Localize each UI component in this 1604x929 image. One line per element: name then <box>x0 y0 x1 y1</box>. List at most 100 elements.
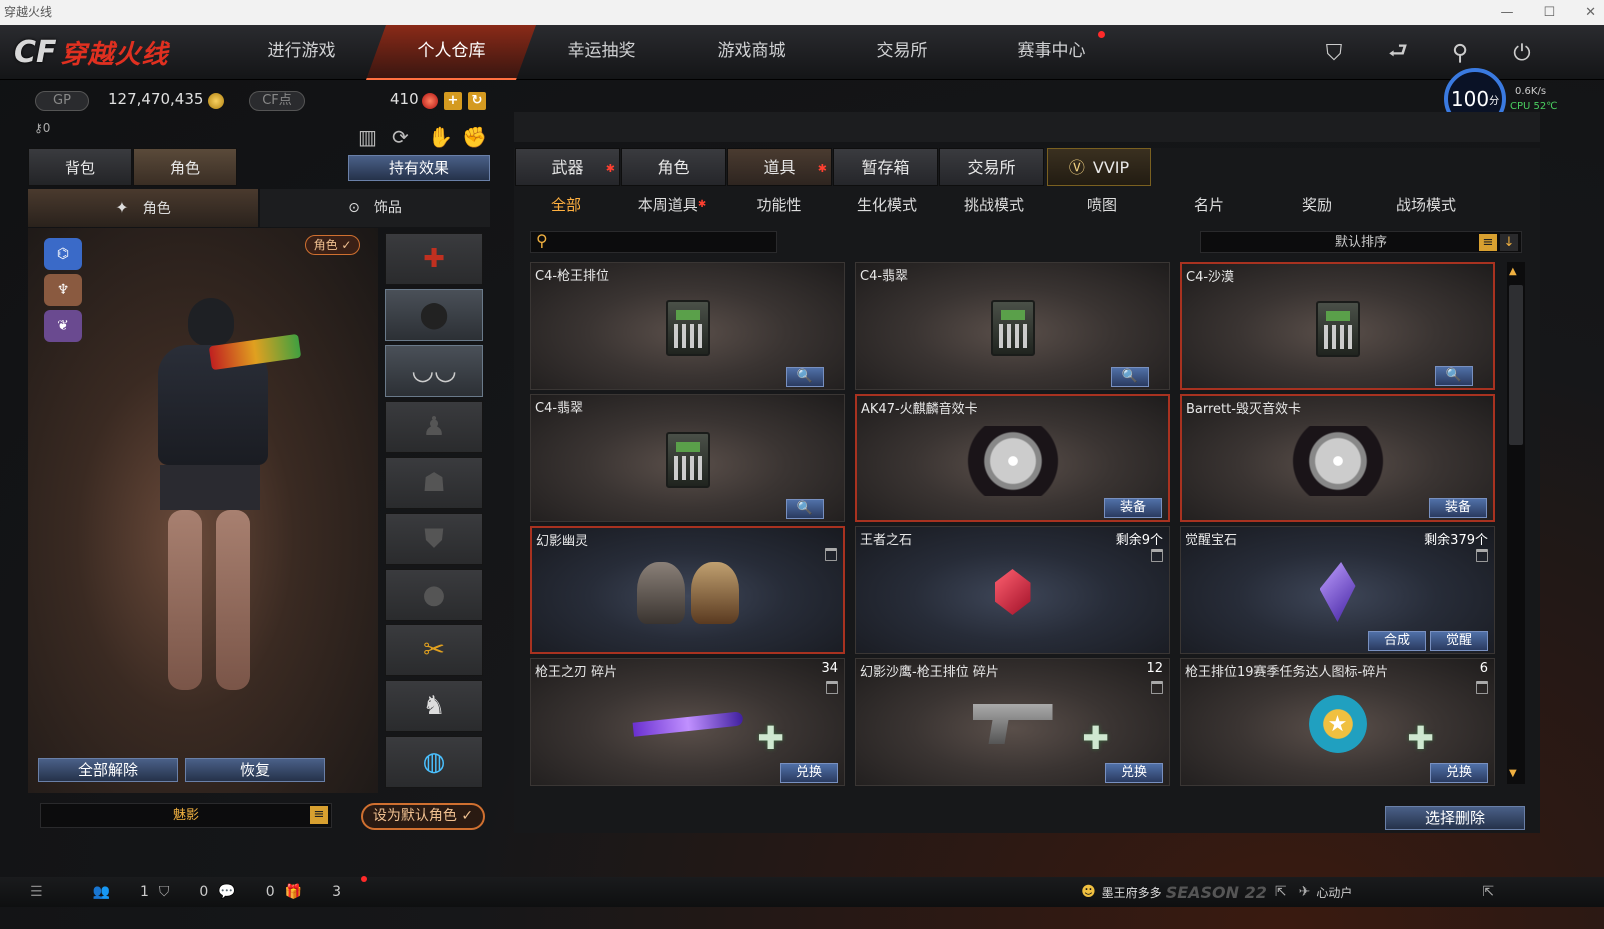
delete-icon[interactable] <box>1151 681 1163 694</box>
pose-icon[interactable]: ✋ <box>428 125 453 149</box>
item-card[interactable]: C4-翡翠 🔍 <box>530 394 845 522</box>
nav-tab-exchange[interactable]: 交易所 <box>816 25 986 80</box>
category-characters[interactable]: 角色 <box>621 148 726 186</box>
friends-icon[interactable]: 👥 <box>93 884 110 900</box>
sort-direction-icon[interactable]: ↓ <box>1500 234 1518 251</box>
nav-tab-events[interactable]: 赛事中心 <box>966 25 1136 80</box>
tab-character[interactable]: 角色 <box>133 148 237 186</box>
menu-icon[interactable]: ☰ <box>30 884 43 900</box>
subtab-character[interactable]: ✦ 角色 <box>28 189 258 227</box>
minimize-button[interactable]: — <box>1500 0 1513 25</box>
stats-icon[interactable]: ▥ <box>358 125 377 149</box>
slot-body[interactable]: ♟ <box>385 401 483 453</box>
refresh-cf-button[interactable]: ↻ <box>468 92 486 110</box>
gesture-icon[interactable]: ✊ <box>462 125 487 149</box>
wrench-icon[interactable]: ⚲ <box>1442 35 1478 71</box>
inspect-button[interactable]: 🔍 <box>1435 366 1473 386</box>
slot-goggles[interactable]: ◡◡ <box>385 345 483 397</box>
add-cf-button[interactable]: + <box>444 92 462 110</box>
filter-all[interactable]: 全部 <box>514 190 618 220</box>
rotate-icon[interactable]: ⟳ <box>392 125 409 149</box>
delete-icon[interactable] <box>826 681 838 694</box>
restore-button[interactable]: 恢复 <box>185 758 325 782</box>
slot-emblem[interactable]: ♞ <box>385 680 483 732</box>
team-badge-icon[interactable]: ⌬ <box>44 238 82 270</box>
clan-icon[interactable]: ⛉ <box>159 884 170 900</box>
held-effects-button[interactable]: 持有效果 <box>348 155 490 181</box>
inspect-button[interactable]: 🔍 <box>1111 367 1149 387</box>
filter-namecard[interactable]: 名片 <box>1157 190 1261 220</box>
category-storage[interactable]: 暂存箱 <box>833 148 938 186</box>
item-card[interactable]: C4-翡翠 🔍 <box>855 262 1170 390</box>
maximize-button[interactable]: ☐ <box>1543 0 1555 25</box>
gift-box-icon[interactable]: 🎁 <box>285 884 302 900</box>
category-vvip[interactable]: Ⓥ VVIP <box>1047 148 1151 186</box>
item-card[interactable]: AK47-火麒麟音效卡 装备 <box>855 394 1170 522</box>
nav-tab-play[interactable]: 进行游戏 <box>216 25 386 80</box>
slot-knife[interactable]: ✂ <box>385 624 483 676</box>
filter-weekly[interactable]: 本周道具✱ <box>620 190 724 220</box>
filter-reward[interactable]: 奖励 <box>1265 190 1369 220</box>
close-button[interactable]: ✕ <box>1585 0 1596 25</box>
external-link-icon[interactable]: ⇱ <box>1275 884 1287 900</box>
delete-icon[interactable] <box>825 548 837 561</box>
subtab-accessory[interactable]: ⊙ 饰品 <box>260 189 490 227</box>
filter-zombie[interactable]: 生化模式 <box>835 190 939 220</box>
slot-helmet[interactable]: ⬤ <box>385 289 483 341</box>
filter-challenge[interactable]: 挑战模式 <box>942 190 1046 220</box>
search-input[interactable]: ⚲ <box>530 231 777 253</box>
category-items[interactable]: 道具 ✱ <box>727 148 832 186</box>
bird-icon[interactable]: ❦ <box>44 310 82 342</box>
sort-dropdown[interactable]: 默认排序 ≡ ↓ <box>1200 231 1522 253</box>
select-delete-button[interactable]: 选择删除 <box>1385 806 1525 830</box>
set-default-character-button[interactable]: 设为默认角色 ✓ <box>361 803 485 830</box>
slot-vest[interactable]: ⛊ <box>385 513 483 565</box>
shield-icon[interactable]: ⛉ <box>1316 35 1352 71</box>
item-card[interactable]: 幻影幽灵 <box>530 526 845 654</box>
eagle-icon[interactable]: ♆ <box>44 274 82 306</box>
return-icon[interactable]: ⮐ <box>1380 35 1416 71</box>
slot-back[interactable]: ☗ <box>385 457 483 509</box>
inspect-button[interactable]: 🔍 <box>786 499 824 519</box>
nav-tab-lottery[interactable]: 幸运抽奖 <box>516 25 686 80</box>
item-card[interactable]: C4-沙漠 🔍 <box>1180 262 1495 390</box>
slot-weapon[interactable]: ✚ <box>385 233 483 285</box>
item-card[interactable]: 枪王排位19赛季任务达人图标-碎片 6 ★ ✚ 兑换 <box>1180 658 1495 786</box>
delete-icon[interactable] <box>1476 549 1488 562</box>
filter-spray[interactable]: 喷图 <box>1050 190 1154 220</box>
slot-ring[interactable]: ◍ <box>385 736 483 788</box>
slot-grenade[interactable]: ● <box>385 569 483 621</box>
item-action-button[interactable]: 装备 <box>1104 498 1162 518</box>
item-card[interactable]: 王者之石 剩余9个 <box>855 526 1170 654</box>
role-badge[interactable]: 角色 ✓ <box>305 235 360 255</box>
nav-tab-shop[interactable]: 游戏商城 <box>666 25 836 80</box>
category-exchange[interactable]: 交易所 <box>939 148 1044 186</box>
filter-functional[interactable]: 功能性 <box>727 190 831 220</box>
item-action-button[interactable]: 觉醒 <box>1430 631 1488 651</box>
item-card[interactable]: C4-枪王排位 🔍 <box>530 262 845 390</box>
power-icon[interactable]: ⏻ <box>1504 35 1540 71</box>
chat-icon[interactable]: 💬 <box>218 884 235 900</box>
tab-backpack[interactable]: 背包 <box>28 148 132 186</box>
delete-icon[interactable] <box>1151 549 1163 562</box>
unequip-all-button[interactable]: 全部解除 <box>38 758 178 782</box>
scroll-up-arrow[interactable]: ▲ <box>1509 266 1517 277</box>
player-avatar-icon[interactable]: ☻ <box>1081 884 1096 900</box>
expand-icon[interactable]: ⇱ <box>1482 884 1494 900</box>
character-select[interactable]: 魅影 ≡ <box>40 803 332 828</box>
item-card[interactable]: 幻影沙鹰-枪王排位 碎片 12 ✚ 兑换 <box>855 658 1170 786</box>
scroll-down-arrow[interactable]: ▼ <box>1509 768 1517 779</box>
item-action-button[interactable]: 合成 <box>1368 631 1426 651</box>
scrollbar-thumb[interactable] <box>1509 285 1523 445</box>
item-action-button[interactable]: 兑换 <box>780 763 838 783</box>
inspect-button[interactable]: 🔍 <box>786 367 824 387</box>
list-icon[interactable]: ≡ <box>1479 234 1497 251</box>
delete-icon[interactable] <box>1476 681 1488 694</box>
item-card[interactable]: 觉醒宝石 剩余379个 合成 觉醒 <box>1180 526 1495 654</box>
item-action-button[interactable]: 装备 <box>1429 498 1487 518</box>
category-weapons[interactable]: 武器 ✱ <box>515 148 620 186</box>
item-action-button[interactable]: 兑换 <box>1430 763 1488 783</box>
item-card[interactable]: 枪王之刃 碎片 34 ✚ 兑换 <box>530 658 845 786</box>
nav-tab-inventory[interactable]: 个人仓库 <box>365 25 537 80</box>
item-action-button[interactable]: 兑换 <box>1105 763 1163 783</box>
